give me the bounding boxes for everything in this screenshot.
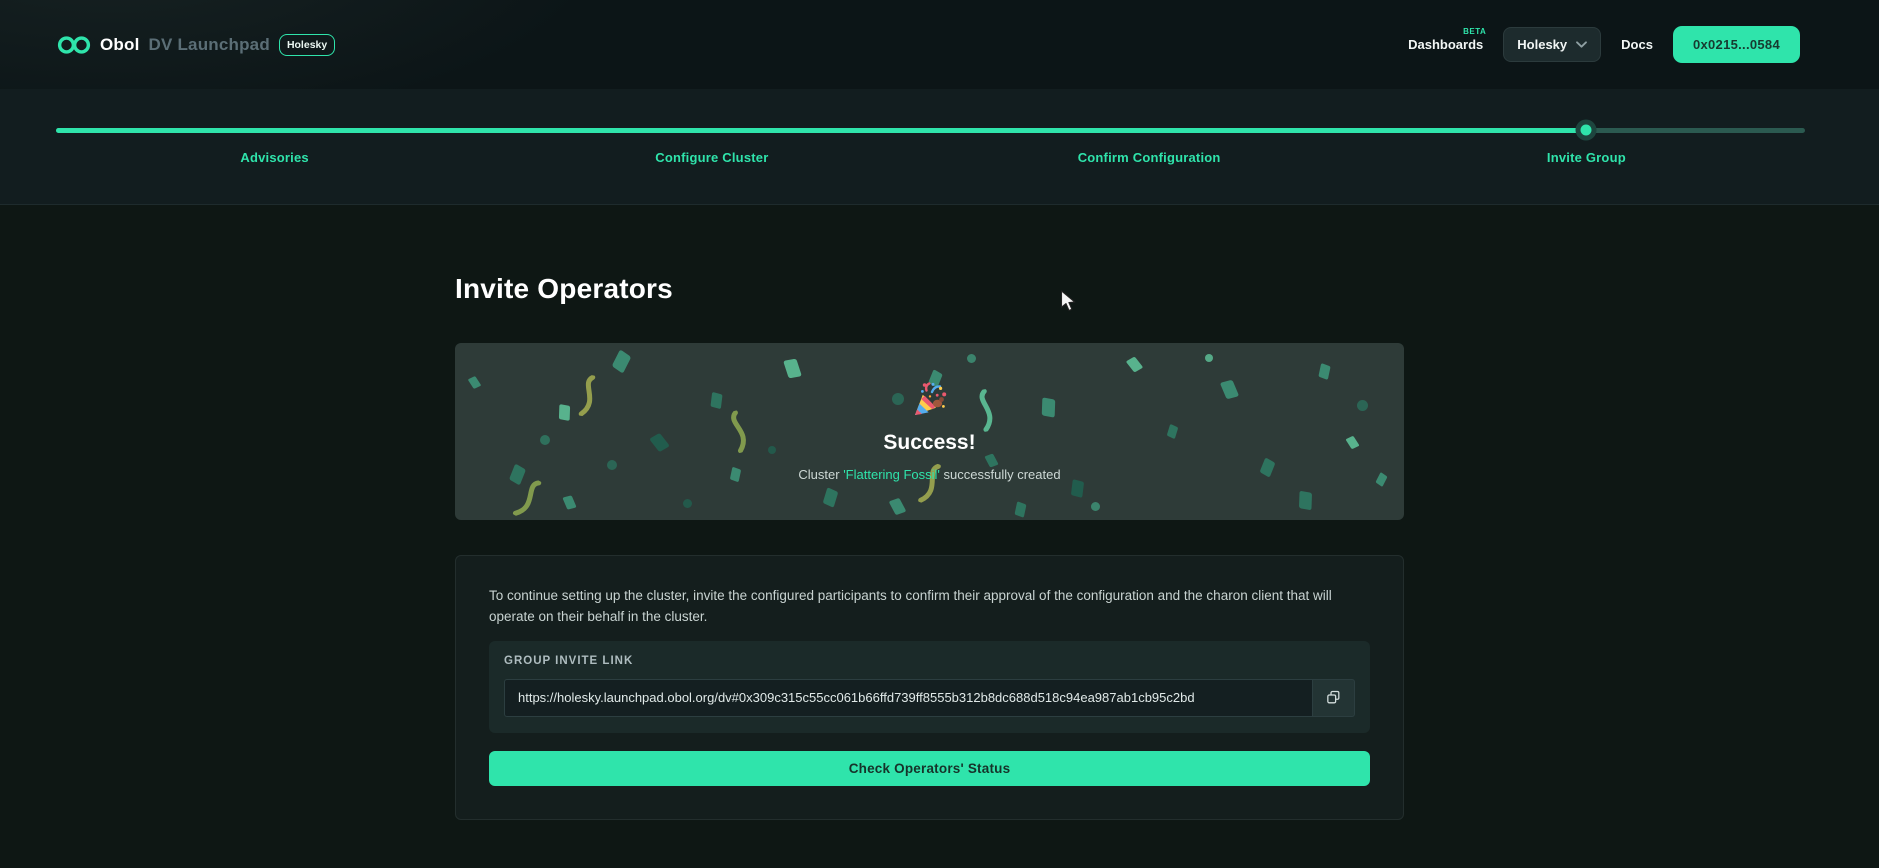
success-message: Cluster 'Flattering Fossil' successfully…: [798, 467, 1060, 482]
step-confirm-configuration: Confirm Configuration: [931, 150, 1368, 165]
progress-track: [56, 128, 1805, 133]
cluster-name: 'Flattering Fossil': [843, 467, 940, 482]
copy-icon: [1325, 689, 1342, 706]
nav-dashboards-link[interactable]: Dashboards BETA: [1408, 37, 1483, 52]
page-title: Invite Operators: [455, 273, 1404, 305]
wallet-address-button[interactable]: 0x0215...0584: [1673, 26, 1800, 63]
network-selector-value: Holesky: [1517, 37, 1567, 52]
nav-docs-link[interactable]: Docs: [1621, 37, 1653, 52]
brand: Obol DV Launchpad Holesky: [57, 34, 335, 56]
beta-badge: BETA: [1463, 27, 1486, 36]
success-title: Success!: [883, 431, 975, 455]
progress-thumb: [1576, 120, 1597, 141]
header-nav: Dashboards BETA Holesky Docs 0x0215...05…: [1408, 26, 1800, 63]
step-labels: Advisories Configure Cluster Confirm Con…: [56, 150, 1805, 165]
stepper-section: Advisories Configure Cluster Confirm Con…: [0, 89, 1879, 205]
invite-link-input[interactable]: [504, 679, 1313, 717]
success-card: Success! Cluster 'Flattering Fossil' suc…: [455, 343, 1404, 520]
progress-fill: [56, 128, 1586, 133]
invite-card: To continue setting up the cluster, invi…: [455, 555, 1404, 820]
group-invite-link-box: GROUP INVITE LINK: [489, 641, 1370, 733]
brand-suffix: DV Launchpad: [149, 35, 270, 55]
progress-track-wrap: Advisories Configure Cluster Confirm Con…: [56, 128, 1805, 165]
network-selector[interactable]: Holesky: [1503, 27, 1601, 62]
invite-description: To continue setting up the cluster, invi…: [489, 586, 1370, 628]
group-invite-link-label: GROUP INVITE LINK: [504, 655, 1355, 667]
party-popper-icon: [912, 382, 948, 418]
brand-name: Obol: [100, 35, 140, 55]
chevron-down-icon: [1576, 41, 1587, 48]
main-content: Invite Operators: [455, 273, 1404, 820]
app-header: Obol DV Launchpad Holesky Dashboards BET…: [0, 0, 1879, 89]
obol-logo-icon: [57, 34, 91, 56]
network-badge: Holesky: [279, 34, 335, 56]
copy-link-button[interactable]: [1313, 679, 1355, 717]
check-operators-status-button[interactable]: Check Operators' Status: [489, 751, 1370, 786]
step-advisories: Advisories: [56, 150, 493, 165]
step-invite-group: Invite Group: [1368, 150, 1805, 165]
step-configure-cluster: Configure Cluster: [493, 150, 930, 165]
